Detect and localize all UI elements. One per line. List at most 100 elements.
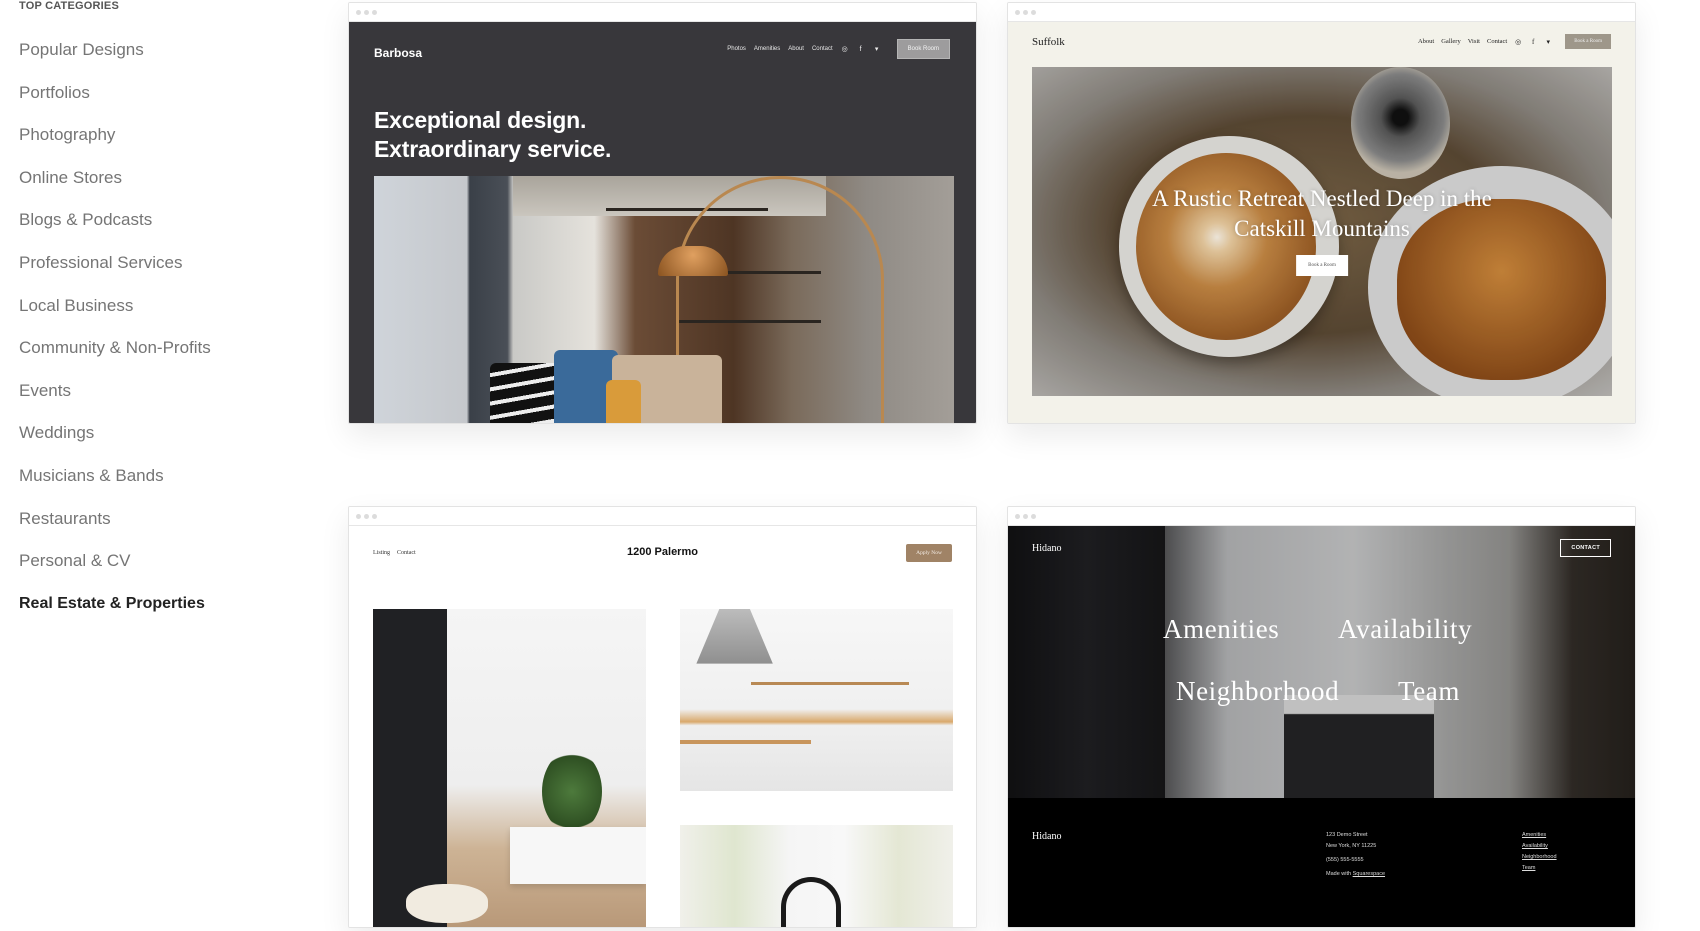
window-dot [1031,9,1036,15]
book-a-room-button[interactable]: Book a Room [1565,34,1611,49]
headline-line: Extraordinary service. [374,136,612,162]
image-overlay [1008,526,1635,798]
phone-number: (555) 555-5555 [1326,857,1364,863]
sidebar-item-real-estate-properties[interactable]: Real Estate & Properties [19,592,211,635]
sidebar-item-blogs-podcasts[interactable]: Blogs & Podcasts [19,208,211,251]
book-room-button[interactable]: Book Room [896,39,950,59]
footer-address: 123 Demo Street New York, NY 11225 (555)… [1326,830,1385,880]
browser-chrome [1008,507,1635,526]
image-shelf [750,681,910,685]
nav-link-about[interactable]: About [1418,38,1434,45]
instagram-icon[interactable]: ◎ [1514,38,1522,46]
nav-link-visit[interactable]: Visit [1468,38,1480,45]
template-card-hidano[interactable]: Hidano CONTACT Amenities Availability Ne… [1007,506,1636,928]
template-preview: Suffolk About Gallery Visit Contact ◎ f … [1008,22,1635,423]
squarespace-link[interactable]: Squarespace [1353,871,1385,877]
image-range-hood [696,609,773,664]
window-dot [1015,513,1020,519]
site-logo: Barbosa [374,46,423,60]
address-line: 123 Demo Street [1326,832,1368,838]
site-nav: About Gallery Visit Contact ◎ f ▾ Book a… [1418,34,1611,49]
site-logo: Suffolk [1032,36,1065,48]
menu-item-neighborhood[interactable]: Neighborhood [1176,676,1339,707]
headline-line: Exceptional design. [374,107,587,133]
footer-logo: Hidano [1032,831,1062,842]
address-line: New York, NY 11225 [1326,843,1377,849]
sidebar-item-portfolios[interactable]: Portfolios [19,81,211,124]
sidebar-item-local-business[interactable]: Local Business [19,294,211,337]
image-living-room [373,609,646,927]
sidebar-item-events[interactable]: Events [19,379,211,422]
hero-headline: A Rustic Retreat Nestled Deep in the Cat… [1032,184,1612,244]
nav-link-about[interactable]: About [788,46,804,52]
hero-image-coffee: A Rustic Retreat Nestled Deep in the Cat… [1032,67,1612,396]
site-nav: Photos Amenities About Contact ◎ f ▾ Boo… [727,39,950,59]
site-logo: Hidano [1032,543,1062,554]
window-dot [364,9,369,15]
window-dot [356,513,361,519]
nav-link-contact[interactable]: Contact [1487,38,1507,45]
footer-link-neighborhood[interactable]: Neighborhood [1522,852,1557,863]
nav-link-photos[interactable]: Photos [727,46,746,52]
browser-chrome [349,3,976,22]
window-dot [1015,9,1020,15]
hero-book-a-room-button[interactable]: Book a Room [1296,255,1348,276]
nav-link-gallery[interactable]: Gallery [1441,38,1461,45]
footer-link-team[interactable]: Team [1522,863,1557,874]
image-bathroom [680,825,953,927]
headline-line: Catskill Mountains [1234,216,1410,241]
contact-button[interactable]: CONTACT [1560,539,1611,557]
sidebar-item-professional-services[interactable]: Professional Services [19,251,211,294]
hero-headline: Exceptional design. Extraordinary servic… [374,106,611,164]
hero-image-living-room [374,176,954,423]
template-preview: Hidano CONTACT Amenities Availability Ne… [1008,526,1635,927]
nav-link-amenities[interactable]: Amenities [754,46,780,52]
hero-image-kitchen: Hidano CONTACT Amenities Availability Ne… [1008,526,1635,798]
template-preview: Barbosa Photos Amenities About Contact ◎… [349,22,976,423]
made-with: Made with Squarespace [1326,869,1385,880]
instagram-icon[interactable]: ◎ [841,45,849,53]
sidebar-item-photography[interactable]: Photography [19,123,211,166]
site-footer: Hidano 123 Demo Street New York, NY 1122… [1008,798,1635,927]
nav-link-contact[interactable]: Contact [812,46,833,52]
sidebar-item-restaurants[interactable]: Restaurants [19,507,211,550]
sidebar-item-personal-cv[interactable]: Personal & CV [19,549,211,592]
window-dot [1031,513,1036,519]
browser-chrome [349,507,976,526]
site-title: 1200 Palermo [627,546,698,558]
footer-links: Amenities Availability Neighborhood Team [1522,830,1557,874]
made-with-prefix: Made with [1326,871,1352,877]
twitter-icon[interactable]: ▾ [873,45,881,53]
category-list: Popular Designs Portfolios Photography O… [19,38,211,634]
image-faucet [781,877,842,927]
sidebar-item-musicians-bands[interactable]: Musicians & Bands [19,464,211,507]
sidebar-item-online-stores[interactable]: Online Stores [19,166,211,209]
window-dot [1023,9,1028,15]
headline-line: A Rustic Retreat Nestled Deep in the [1152,186,1492,211]
template-card-barbosa[interactable]: Barbosa Photos Amenities About Contact ◎… [348,2,977,424]
menu-item-team[interactable]: Team [1398,676,1460,707]
menu-item-availability[interactable]: Availability [1338,614,1472,645]
sidebar-item-community-non-profits[interactable]: Community & Non-Profits [19,336,211,379]
template-preview: Listing Contact 1200 Palermo Apply Now [349,526,976,927]
template-card-suffolk[interactable]: Suffolk About Gallery Visit Contact ◎ f … [1007,2,1636,424]
image-counter [680,740,812,745]
sidebar-item-popular-designs[interactable]: Popular Designs [19,38,211,81]
window-dot [372,9,377,15]
menu-item-amenities[interactable]: Amenities [1163,614,1279,645]
twitter-icon[interactable]: ▾ [1544,38,1552,46]
window-dot [1023,513,1028,519]
image-dark-wall [373,609,447,927]
facebook-icon[interactable]: f [857,46,865,53]
facebook-icon[interactable]: f [1529,38,1537,46]
image-pillow [606,380,641,423]
template-card-palermo[interactable]: Listing Contact 1200 Palermo Apply Now [348,506,977,928]
image-kitchen [680,609,953,791]
window-dot [372,513,377,519]
window-dot [356,9,361,15]
sidebar-item-weddings[interactable]: Weddings [19,421,211,464]
footer-link-amenities[interactable]: Amenities [1522,830,1557,841]
apply-now-button[interactable]: Apply Now [906,544,952,562]
footer-link-availability[interactable]: Availability [1522,841,1557,852]
window-dot [364,513,369,519]
